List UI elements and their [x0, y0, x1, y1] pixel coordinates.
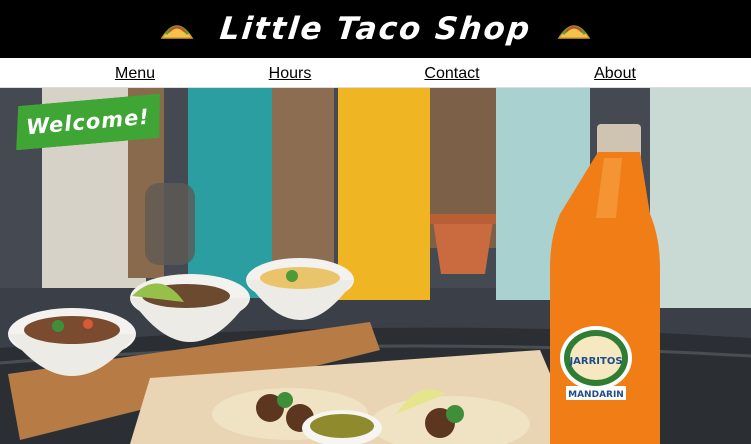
taco-icon	[160, 25, 194, 39]
bottle-flavor-label: MANDARIN	[568, 390, 624, 400]
main-nav: Menu Hours Contact About	[0, 58, 751, 88]
site-title: Little Taco Shop	[217, 11, 533, 47]
bottle-brand-label: JARRITOS	[568, 356, 622, 367]
site-header: Little Taco Shop	[0, 0, 751, 58]
nav-about-link[interactable]: About	[594, 58, 636, 88]
taco-icon	[557, 25, 591, 39]
nav-hours-link[interactable]: Hours	[269, 58, 312, 88]
nav-contact-link[interactable]: Contact	[424, 58, 479, 88]
hero-photo: JARRITOS MANDARIN Welcome!	[0, 88, 751, 444]
welcome-badge-label: Welcome!	[25, 104, 151, 140]
nav-menu-link[interactable]: Menu	[115, 58, 155, 88]
